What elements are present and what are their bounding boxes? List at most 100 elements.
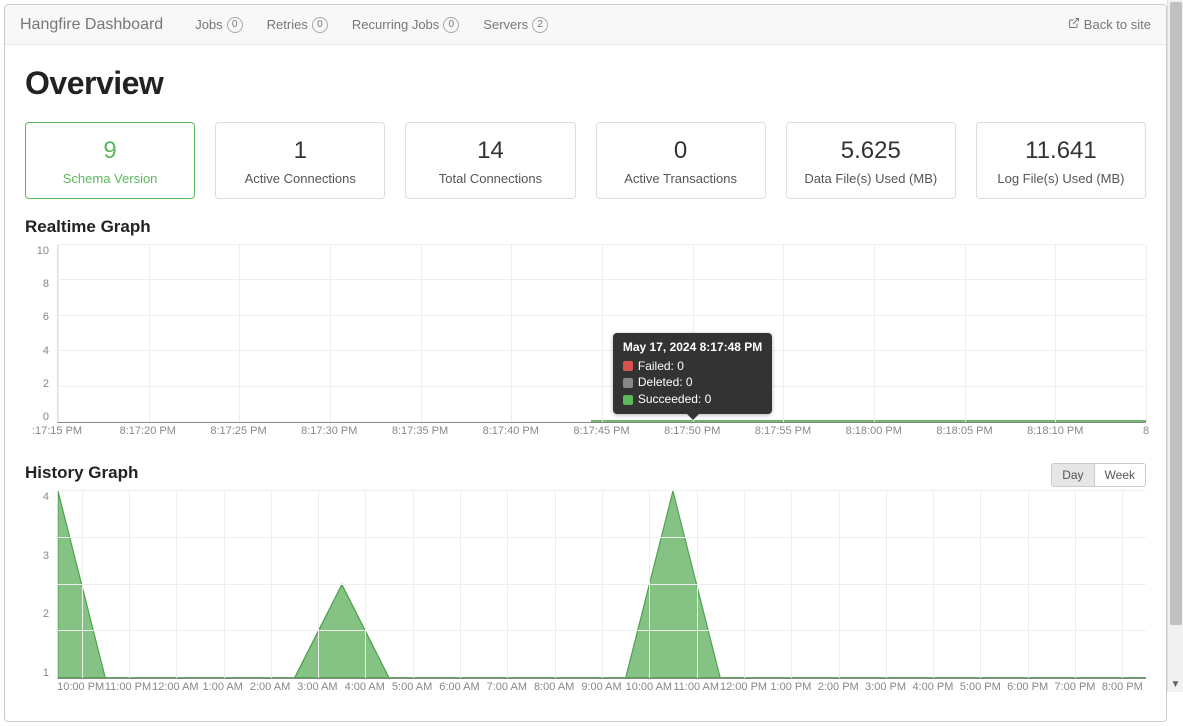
x-tick: 10:00 AM <box>626 681 672 693</box>
y-tick: 3 <box>25 550 49 562</box>
y-tick: 4 <box>25 345 49 357</box>
x-tick: 12:00 PM <box>720 681 767 693</box>
x-tick: 8:17:50 PM <box>664 425 720 437</box>
metric-label: Log File(s) Used (MB) <box>985 171 1137 186</box>
x-tick: 8:17:30 PM <box>301 425 357 437</box>
metric-value: 9 <box>34 137 186 165</box>
x-tick: 1:00 AM <box>203 681 243 693</box>
tooltip-title: May 17, 2024 8:17:48 PM <box>623 339 762 356</box>
nav-recurring-count: 0 <box>443 17 459 33</box>
y-axis: 4321 <box>25 491 55 679</box>
y-axis: 1086420 <box>25 245 55 423</box>
x-tick: 9:00 AM <box>581 681 621 693</box>
metric-total-connections: 14 Total Connections <box>405 122 575 199</box>
tooltip-row: Deleted: 0 <box>623 374 762 391</box>
back-to-site-link[interactable]: Back to site <box>1068 17 1151 32</box>
tooltip-row: Succeeded: 0 <box>623 391 762 408</box>
x-tick: 3:00 PM <box>865 681 906 693</box>
x-axis: :17:15 PM8:17:20 PM8:17:25 PM8:17:30 PM8… <box>57 425 1146 445</box>
realtime-chart[interactable]: 1086420 May 17, 2024 8:17:48 PM Failed: … <box>25 245 1146 445</box>
external-link-icon <box>1068 17 1080 32</box>
x-tick: 11:00 PM <box>105 681 151 693</box>
nav-retries-label: Retries <box>267 17 308 32</box>
chart-tooltip: May 17, 2024 8:17:48 PM Failed: 0Deleted… <box>613 333 772 414</box>
metric-value: 0 <box>605 137 757 165</box>
nav-jobs-count: 0 <box>227 17 243 33</box>
x-tick: 1:00 PM <box>770 681 811 693</box>
x-tick: 6:00 AM <box>439 681 479 693</box>
metric-active-connections: 1 Active Connections <box>215 122 385 199</box>
metric-schema-version: 9 Schema Version <box>25 122 195 199</box>
y-tick: 2 <box>25 378 49 390</box>
color-swatch <box>623 395 633 405</box>
x-tick: 8:17:45 PM <box>573 425 629 437</box>
metric-active-transactions: 0 Active Transactions <box>596 122 766 199</box>
color-swatch <box>623 378 633 388</box>
metric-label: Active Connections <box>224 171 376 186</box>
x-tick: 4:00 AM <box>345 681 385 693</box>
navbar-brand[interactable]: Hangfire Dashboard <box>20 16 183 34</box>
x-tick: 6:00 PM <box>1007 681 1048 693</box>
x-tick: 8 <box>1143 425 1149 437</box>
plot-area <box>57 491 1146 679</box>
page-title: Overview <box>25 65 1146 102</box>
metric-value: 1 <box>224 137 376 165</box>
nav-recurring[interactable]: Recurring Jobs 0 <box>340 17 471 33</box>
nav-servers[interactable]: Servers 2 <box>471 17 560 33</box>
metric-value: 5.625 <box>795 137 947 165</box>
toggle-day-button[interactable]: Day <box>1051 463 1094 487</box>
navbar: Hangfire Dashboard Jobs 0 Retries 0 Recu… <box>5 5 1166 45</box>
y-tick: 0 <box>25 411 49 423</box>
y-tick: 1 <box>25 667 49 679</box>
metric-label: Schema Version <box>34 171 186 186</box>
x-tick: 8:18:05 PM <box>936 425 992 437</box>
x-tick: 8:00 PM <box>1102 681 1143 693</box>
back-to-site-label: Back to site <box>1084 17 1151 32</box>
x-tick: 3:00 AM <box>297 681 337 693</box>
tooltip-row: Failed: 0 <box>623 358 762 375</box>
x-tick: 5:00 PM <box>960 681 1001 693</box>
x-tick: 8:17:55 PM <box>755 425 811 437</box>
x-tick: 8:18:10 PM <box>1027 425 1083 437</box>
toggle-week-button[interactable]: Week <box>1095 463 1146 487</box>
nav-jobs-label: Jobs <box>195 17 222 32</box>
nav-retries-count: 0 <box>312 17 328 33</box>
x-tick: 2:00 PM <box>818 681 859 693</box>
history-chart[interactable]: 4321 10:00 PM11:00 PM12:00 AM1:00 AM2:00… <box>25 491 1146 701</box>
x-tick: 4:00 PM <box>912 681 953 693</box>
metric-label: Active Transactions <box>605 171 757 186</box>
y-tick: 2 <box>25 608 49 620</box>
x-tick: 8:17:20 PM <box>120 425 176 437</box>
tooltip-label: Deleted: 0 <box>638 374 693 391</box>
color-swatch <box>623 361 633 371</box>
y-tick: 10 <box>25 245 49 257</box>
x-tick: 8:17:40 PM <box>483 425 539 437</box>
x-tick: 7:00 PM <box>1054 681 1095 693</box>
x-tick: 12:00 AM <box>152 681 198 693</box>
plot-area: May 17, 2024 8:17:48 PM Failed: 0Deleted… <box>57 245 1146 423</box>
realtime-graph-title: Realtime Graph <box>25 217 1146 237</box>
nav-servers-label: Servers <box>483 17 528 32</box>
metric-data-file-size: 5.625 Data File(s) Used (MB) <box>786 122 956 199</box>
x-tick: 8:18:00 PM <box>846 425 902 437</box>
y-tick: 8 <box>25 278 49 290</box>
x-tick: 8:17:35 PM <box>392 425 448 437</box>
metric-label: Total Connections <box>414 171 566 186</box>
scrollbar-thumb[interactable] <box>1170 2 1182 625</box>
x-tick: 8:00 AM <box>534 681 574 693</box>
x-tick: :17:15 PM <box>32 425 82 437</box>
scrollbar-vertical[interactable]: ▼ <box>1167 0 1183 692</box>
metric-label: Data File(s) Used (MB) <box>795 171 947 186</box>
metric-row: 9 Schema Version 1 Active Connections 14… <box>25 122 1146 199</box>
x-axis: 10:00 PM11:00 PM12:00 AM1:00 AM2:00 AM3:… <box>57 681 1146 701</box>
nav-recurring-label: Recurring Jobs <box>352 17 439 32</box>
metric-value: 14 <box>414 137 566 165</box>
nav-retries[interactable]: Retries 0 <box>255 17 340 33</box>
scrollbar-arrow-down-icon[interactable]: ▼ <box>1168 679 1183 690</box>
nav-jobs[interactable]: Jobs 0 <box>183 17 254 33</box>
x-tick: 10:00 PM <box>57 681 104 693</box>
x-tick: 5:00 AM <box>392 681 432 693</box>
x-tick: 11:00 AM <box>673 681 719 693</box>
series-baseline <box>591 420 1146 422</box>
nav-servers-count: 2 <box>532 17 548 33</box>
